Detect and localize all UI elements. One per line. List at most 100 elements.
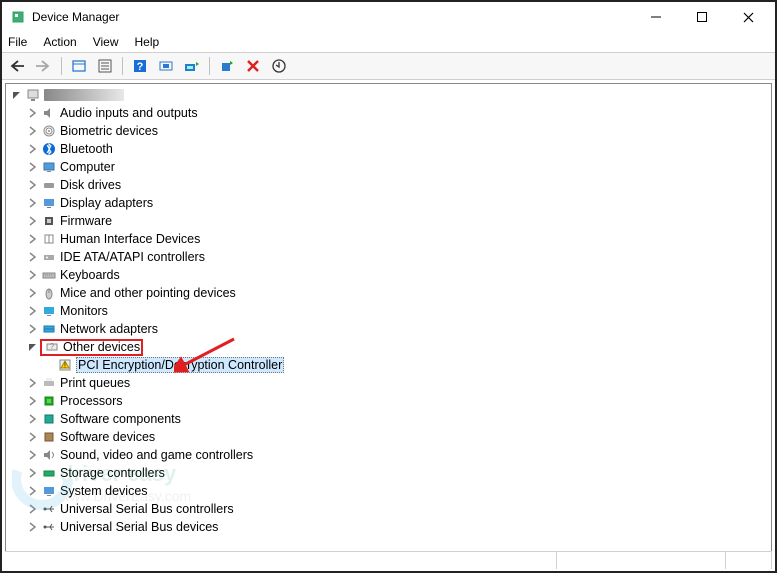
chevron-right-icon[interactable] bbox=[26, 502, 40, 516]
chevron-right-icon[interactable] bbox=[26, 322, 40, 336]
tree-item-label: Universal Serial Bus devices bbox=[60, 520, 218, 534]
tree-item-mice[interactable]: Mice and other pointing devices bbox=[10, 284, 771, 302]
tree-item-software-components[interactable]: Software components bbox=[10, 410, 771, 428]
ide-icon bbox=[41, 249, 57, 265]
chevron-right-icon[interactable] bbox=[26, 430, 40, 444]
bluetooth-icon bbox=[41, 141, 57, 157]
tree-item-other-devices[interactable]: ? Other devices bbox=[10, 338, 771, 356]
chevron-right-icon[interactable] bbox=[26, 142, 40, 156]
audio-icon bbox=[41, 105, 57, 121]
tree-item-storage[interactable]: Storage controllers bbox=[10, 464, 771, 482]
tree-item-ide[interactable]: IDE ATA/ATAPI controllers bbox=[10, 248, 771, 266]
chevron-right-icon[interactable] bbox=[26, 232, 40, 246]
tree-item-pci-encryption[interactable]: ! PCI Encryption/Decryption Controller bbox=[10, 356, 771, 374]
tree-item-biometric[interactable]: Biometric devices bbox=[10, 122, 771, 140]
chevron-right-icon[interactable] bbox=[26, 304, 40, 318]
action-center-button[interactable] bbox=[154, 55, 178, 77]
menu-view[interactable]: View bbox=[93, 35, 119, 49]
tree-item-disk[interactable]: Disk drives bbox=[10, 176, 771, 194]
tree-item-label: Processors bbox=[60, 394, 123, 408]
tree-item-hid[interactable]: Human Interface Devices bbox=[10, 230, 771, 248]
tree-item-network[interactable]: Network adapters bbox=[10, 320, 771, 338]
tree-item-system[interactable]: System devices bbox=[10, 482, 771, 500]
menu-help[interactable]: Help bbox=[135, 35, 160, 49]
back-button[interactable] bbox=[6, 55, 30, 77]
minimize-button[interactable] bbox=[633, 2, 679, 32]
menu-action[interactable]: Action bbox=[43, 35, 76, 49]
chevron-right-icon[interactable] bbox=[26, 124, 40, 138]
chevron-right-icon[interactable] bbox=[26, 412, 40, 426]
storage-icon bbox=[41, 465, 57, 481]
chevron-right-icon[interactable] bbox=[26, 196, 40, 210]
chevron-right-icon[interactable] bbox=[26, 178, 40, 192]
hid-icon bbox=[41, 231, 57, 247]
forward-button[interactable] bbox=[32, 55, 56, 77]
tree-item-software-devices[interactable]: Software devices bbox=[10, 428, 771, 446]
tree-item-bluetooth[interactable]: Bluetooth bbox=[10, 140, 771, 158]
uninstall-button[interactable] bbox=[241, 55, 265, 77]
show-hidden-button[interactable] bbox=[67, 55, 91, 77]
tree-item-firmware[interactable]: Firmware bbox=[10, 212, 771, 230]
device-tree[interactable]: Audio inputs and outputs Biometric devic… bbox=[5, 83, 772, 552]
mouse-icon bbox=[41, 285, 57, 301]
firmware-icon bbox=[41, 213, 57, 229]
cpu-icon bbox=[41, 393, 57, 409]
tree-item-label: Sound, video and game controllers bbox=[60, 448, 253, 462]
tree-item-label: Mice and other pointing devices bbox=[60, 286, 236, 300]
tree-item-label: Keyboards bbox=[60, 268, 120, 282]
tree-item-print-queues[interactable]: Print queues bbox=[10, 374, 771, 392]
scan-hardware-button[interactable] bbox=[215, 55, 239, 77]
tree-item-label: Network adapters bbox=[60, 322, 158, 336]
chevron-right-icon[interactable] bbox=[26, 520, 40, 534]
chevron-right-icon[interactable] bbox=[26, 268, 40, 282]
statusbar bbox=[5, 551, 772, 569]
tree-item-label: Display adapters bbox=[60, 196, 153, 210]
root-computer-name bbox=[44, 89, 124, 101]
chevron-right-icon[interactable] bbox=[26, 484, 40, 498]
chevron-down-icon[interactable] bbox=[26, 340, 40, 354]
tree-item-monitors[interactable]: Monitors bbox=[10, 302, 771, 320]
tree-item-label: Bluetooth bbox=[60, 142, 113, 156]
tree-item-label: Software components bbox=[60, 412, 181, 426]
tree-item-keyboards[interactable]: Keyboards bbox=[10, 266, 771, 284]
update-driver-button[interactable] bbox=[180, 55, 204, 77]
help-button[interactable]: ? bbox=[128, 55, 152, 77]
warning-device-icon: ! bbox=[57, 357, 73, 373]
chevron-right-icon[interactable] bbox=[26, 106, 40, 120]
tree-item-audio[interactable]: Audio inputs and outputs bbox=[10, 104, 771, 122]
properties-button[interactable] bbox=[93, 55, 117, 77]
tree-item-label: Disk drives bbox=[60, 178, 121, 192]
tree-item-display[interactable]: Display adapters bbox=[10, 194, 771, 212]
display-icon bbox=[41, 195, 57, 211]
chevron-right-icon[interactable] bbox=[26, 250, 40, 264]
chevron-right-icon[interactable] bbox=[26, 214, 40, 228]
tree-item-computer[interactable]: Computer bbox=[10, 158, 771, 176]
computer-icon bbox=[41, 159, 57, 175]
tree-item-usb-controllers[interactable]: Universal Serial Bus controllers bbox=[10, 500, 771, 518]
biometric-icon bbox=[41, 123, 57, 139]
chevron-right-icon[interactable] bbox=[26, 376, 40, 390]
tree-item-label: Software devices bbox=[60, 430, 155, 444]
chevron-right-icon[interactable] bbox=[26, 160, 40, 174]
add-legacy-button[interactable] bbox=[267, 55, 291, 77]
tree-item-label: System devices bbox=[60, 484, 148, 498]
menu-file[interactable]: File bbox=[8, 35, 27, 49]
close-button[interactable] bbox=[725, 2, 771, 32]
chevron-right-icon[interactable] bbox=[26, 448, 40, 462]
toolbar: ? bbox=[2, 52, 775, 80]
svg-text:?: ? bbox=[137, 61, 144, 73]
printer-icon bbox=[41, 375, 57, 391]
tree-item-sound[interactable]: Sound, video and game controllers bbox=[10, 446, 771, 464]
tree-item-usb-devices[interactable]: Universal Serial Bus devices bbox=[10, 518, 771, 536]
tree-root[interactable] bbox=[10, 86, 771, 104]
tree-item-processors[interactable]: Processors bbox=[10, 392, 771, 410]
chevron-down-icon[interactable] bbox=[10, 88, 24, 102]
chevron-right-icon[interactable] bbox=[26, 394, 40, 408]
maximize-button[interactable] bbox=[679, 2, 725, 32]
chevron-right-icon[interactable] bbox=[26, 286, 40, 300]
sound-icon bbox=[41, 447, 57, 463]
monitor-icon bbox=[41, 303, 57, 319]
software-component-icon bbox=[41, 411, 57, 427]
chevron-right-icon[interactable] bbox=[26, 466, 40, 480]
tree-item-label: Computer bbox=[60, 160, 115, 174]
